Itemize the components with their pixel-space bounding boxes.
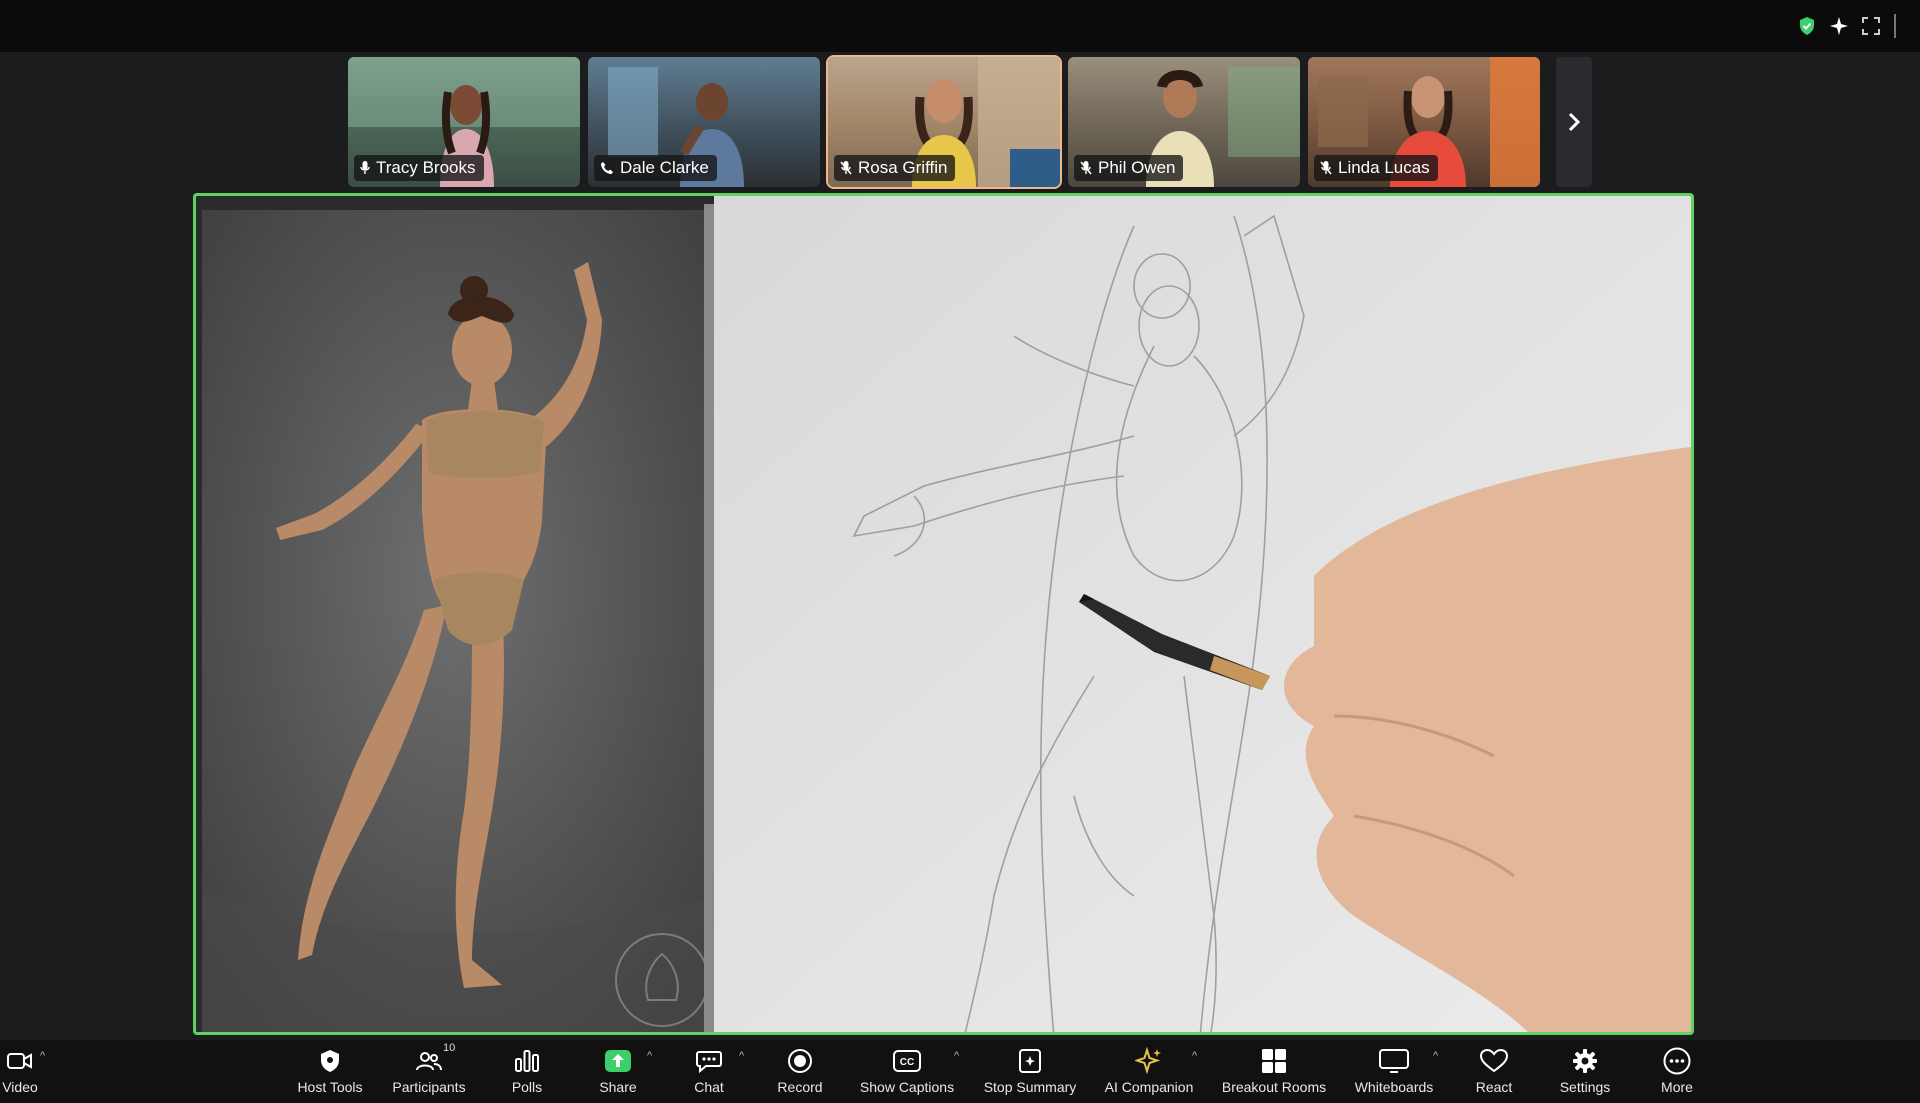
video-camera-icon <box>7 1053 32 1069</box>
top-divider <box>1894 14 1896 38</box>
participants-label: Participants <box>392 1079 466 1095</box>
more-label: More <box>1661 1079 1693 1095</box>
share-label: Share <box>599 1079 637 1095</box>
chat-label: Chat <box>694 1079 724 1095</box>
participant-gallery: Tracy Brooks Dale Clarke Rosa Griffin Ph… <box>348 55 1540 189</box>
polls-icon <box>515 1050 539 1072</box>
more-button[interactable]: More <box>1622 1044 1732 1095</box>
participant-name: Tracy Brooks <box>376 158 476 177</box>
video-tile-linda-lucas[interactable]: Linda Lucas <box>1308 57 1540 187</box>
mic-muted-icon <box>840 161 852 175</box>
participant-name: Linda Lucas <box>1338 158 1430 177</box>
polls-label: Polls <box>511 1079 543 1095</box>
whiteboard-icon <box>1379 1049 1409 1073</box>
settings-label: Settings <box>1559 1079 1611 1095</box>
more-icon <box>1663 1047 1691 1075</box>
chevron-right-icon <box>1568 112 1581 132</box>
heart-icon <box>1480 1049 1508 1073</box>
record-button[interactable]: Record <box>745 1044 855 1095</box>
record-icon <box>788 1049 812 1073</box>
summary-icon <box>1019 1049 1041 1073</box>
name-tag: Rosa Griffin <box>834 155 956 181</box>
status-icons <box>1798 14 1896 38</box>
video-tile-tracy-brooks[interactable]: Tracy Brooks <box>348 57 580 187</box>
participants-icon <box>416 1052 442 1071</box>
captions-icon: CC <box>893 1050 921 1072</box>
show-captions-label: Show Captions <box>859 1079 955 1095</box>
breakout-rooms-button[interactable]: Breakout Rooms <box>1219 1044 1329 1095</box>
breakout-rooms-icon <box>1262 1049 1286 1073</box>
phone-icon <box>601 162 613 174</box>
mic-muted-icon <box>1320 161 1332 175</box>
ai-companion-options-caret[interactable]: ^ <box>1192 1050 1197 1062</box>
mic-icon <box>360 161 370 174</box>
show-captions-button[interactable]: CC Show Captions <box>852 1044 962 1095</box>
participants-button[interactable]: 10 Participants <box>374 1042 484 1095</box>
ai-companion-label: AI Companion <box>1104 1079 1194 1095</box>
shield-icon <box>321 1050 339 1072</box>
photo-divider <box>704 204 714 1032</box>
react-label: React <box>1475 1079 1513 1095</box>
ai-companion-button[interactable]: AI Companion <box>1094 1044 1204 1095</box>
video-options-caret[interactable]: ^ <box>40 1050 45 1062</box>
host-tools-button[interactable]: Host Tools <box>275 1044 385 1095</box>
sketch-drawing-image <box>714 196 1691 1032</box>
screen-share[interactable] <box>193 193 1694 1035</box>
participant-name: Rosa Griffin <box>858 158 948 177</box>
participant-name: Dale Clarke <box>620 158 709 177</box>
mic-muted-icon <box>1080 161 1092 175</box>
name-tag: Linda Lucas <box>1314 155 1438 181</box>
record-label: Record <box>777 1079 823 1095</box>
chat-options-caret[interactable]: ^ <box>739 1050 744 1062</box>
breakout-rooms-label: Breakout Rooms <box>1221 1079 1327 1095</box>
ai-sparkle-icon <box>1135 1047 1161 1075</box>
video-label: Video <box>2 1079 38 1095</box>
gallery-next-button[interactable] <box>1556 57 1592 187</box>
meeting-toolbar: Video ^ Host Tools 10 Participants Polls… <box>0 1040 1920 1103</box>
whiteboards-options-caret[interactable]: ^ <box>1433 1050 1438 1062</box>
video-button[interactable]: Video <box>0 1044 75 1095</box>
whiteboards-label: Whiteboards <box>1354 1079 1434 1095</box>
name-tag: Tracy Brooks <box>354 155 484 181</box>
fullscreen-icon[interactable] <box>1862 17 1880 35</box>
name-tag: Dale Clarke <box>594 155 717 181</box>
chat-icon <box>696 1051 722 1073</box>
participants-count-badge: 10 <box>443 1042 456 1054</box>
sparkle-icon[interactable] <box>1830 17 1848 35</box>
stop-summary-button[interactable]: Stop Summary <box>975 1044 1085 1095</box>
participant-name: Phil Owen <box>1098 158 1176 177</box>
name-tag: Phil Owen <box>1074 155 1184 181</box>
reference-photo <box>202 210 704 1032</box>
video-tile-rosa-griffin[interactable]: Rosa Griffin <box>826 55 1062 189</box>
host-tools-label: Host Tools <box>297 1079 363 1095</box>
stop-summary-label: Stop Summary <box>983 1079 1077 1095</box>
share-screen-icon <box>605 1050 631 1072</box>
top-bar <box>0 0 1920 52</box>
captions-options-caret[interactable]: ^ <box>954 1050 959 1062</box>
video-tile-dale-clarke[interactable]: Dale Clarke <box>588 57 820 187</box>
share-options-caret[interactable]: ^ <box>647 1050 652 1062</box>
video-tile-phil-owen[interactable]: Phil Owen <box>1068 57 1300 187</box>
gear-icon <box>1573 1049 1597 1073</box>
sketch-paper <box>714 196 1691 1032</box>
svg-text:CC: CC <box>900 1057 914 1068</box>
reference-photo-image <box>202 210 704 1032</box>
encryption-shield-icon[interactable] <box>1798 16 1816 36</box>
